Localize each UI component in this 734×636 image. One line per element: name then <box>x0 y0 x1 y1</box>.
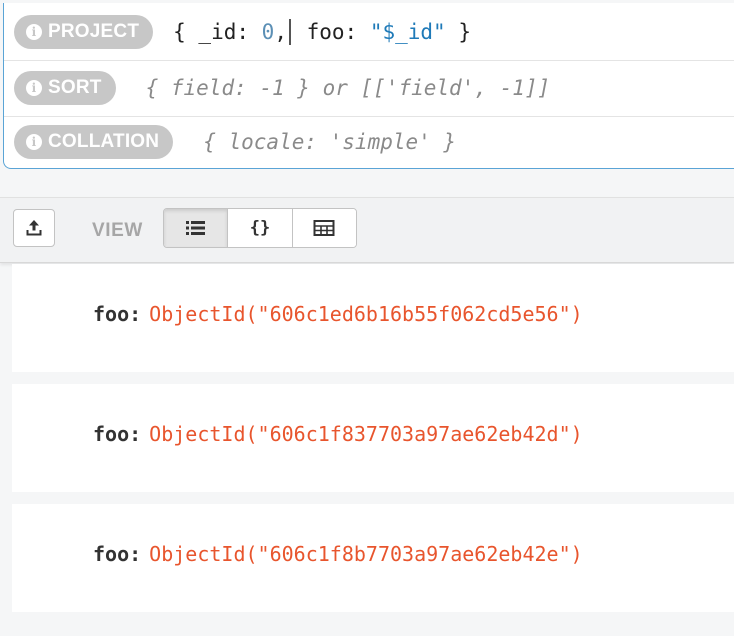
sort-label: i SORT <box>14 71 116 105</box>
document-field: foo: ObjectId("606c1ed6b16b55f062cd5e56"… <box>93 302 583 326</box>
project-label: i PROJECT <box>14 14 154 49</box>
view-switcher: {} <box>163 208 357 248</box>
text-cursor <box>288 18 291 45</box>
field-name: foo <box>93 542 130 566</box>
document-field: foo: ObjectId("606c1f837703a97ae62eb42d"… <box>93 422 583 446</box>
sort-row: i SORT { field: -1 } or [['field', -1]] <box>4 60 734 117</box>
document-card[interactable]: foo: ObjectId("606c1f8b7703a97ae62eb42e"… <box>12 504 734 612</box>
sort-input[interactable]: { field: -1 } or [['field', -1]] <box>146 76 551 100</box>
field-name: foo <box>93 422 130 446</box>
list-view-button[interactable] <box>164 209 229 247</box>
info-icon[interactable]: i <box>26 80 42 96</box>
query-options-panel: i PROJECT { _id: 0, foo: "$_id" } i SORT… <box>3 3 734 169</box>
documents-toolbar: VIEW {} <box>0 197 734 263</box>
table-view-button[interactable] <box>292 209 356 247</box>
list-icon <box>185 221 205 235</box>
project-input[interactable]: { _id: 0, foo: "$_id" } <box>173 18 471 45</box>
braces-icon: {} <box>249 218 271 238</box>
info-icon[interactable]: i <box>26 134 42 150</box>
field-value: ObjectId("606c1f837703a97ae62eb42d") <box>149 422 583 446</box>
export-icon <box>26 220 42 236</box>
collation-row: i COLLATION { locale: 'simple' } <box>4 116 734 168</box>
field-name: foo <box>93 302 130 326</box>
collation-input[interactable]: { locale: 'simple' } <box>203 130 456 154</box>
table-icon <box>313 220 335 236</box>
document-field: foo: ObjectId("606c1f8b7703a97ae62eb42e"… <box>93 542 583 566</box>
info-icon[interactable]: i <box>26 23 42 40</box>
document-card[interactable]: foo: ObjectId("606c1ed6b16b55f062cd5e56"… <box>12 264 734 372</box>
field-value: ObjectId("606c1ed6b16b55f062cd5e56") <box>149 302 583 326</box>
view-label: VIEW <box>92 220 143 241</box>
project-row: i PROJECT { _id: 0, foo: "$_id" } <box>4 3 734 61</box>
collation-label: i COLLATION <box>14 125 174 159</box>
json-view-button[interactable]: {} <box>228 209 293 247</box>
export-button[interactable] <box>13 209 55 247</box>
document-card[interactable]: foo: ObjectId("606c1f837703a97ae62eb42d"… <box>12 384 734 492</box>
field-value: ObjectId("606c1f8b7703a97ae62eb42e") <box>149 542 583 566</box>
